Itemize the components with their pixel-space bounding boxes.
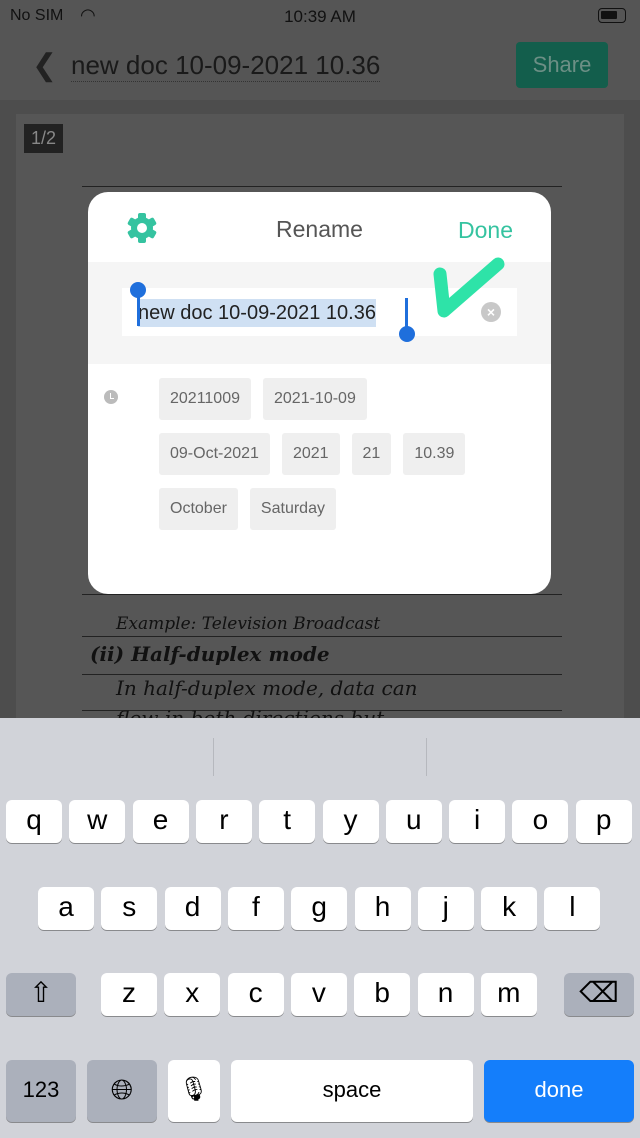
date-suggestions: 20211009 2021-10-09 09-Oct-2021 2021 21 … [159,378,519,543]
selection-end-knob[interactable] [399,326,415,342]
numbers-key[interactable]: 123 [6,1060,76,1122]
clock-time: 10:39 AM [284,7,356,26]
suggestion-chip[interactable]: 2021 [281,433,340,475]
key-u[interactable]: u [385,800,442,843]
key-x[interactable]: x [164,973,221,1016]
suggestion-chip[interactable]: 21 [351,433,392,475]
battery-icon [598,8,626,23]
done-key[interactable]: done [484,1060,634,1122]
key-w[interactable]: w [69,800,126,843]
checkmark-annotation-icon [433,257,505,318]
key-s[interactable]: s [101,887,158,930]
key-e[interactable]: e [132,800,189,843]
key-o[interactable]: o [512,800,569,843]
rename-dialog: Rename Done new doc 10-09-2021 10.36 × 2… [88,192,551,594]
key-p[interactable]: p [575,800,632,843]
handwritten-line: (ii) Half-duplex mode [90,642,330,666]
key-t[interactable]: t [259,800,316,843]
share-button[interactable]: Share [516,42,608,88]
key-b[interactable]: b [354,973,411,1016]
space-key[interactable]: space [231,1060,473,1122]
key-d[interactable]: d [164,887,221,930]
handwritten-line: In half-duplex mode, data can [116,676,418,700]
suggestion-chip[interactable]: 2021-10-09 [263,378,367,420]
key-h[interactable]: h [354,887,411,930]
suggestion-chip[interactable]: 09-Oct-2021 [159,433,270,475]
key-z[interactable]: z [101,973,157,1016]
status-bar: No SIM ◠ 10:39 AM [0,0,640,32]
clock-icon [104,390,118,404]
key-a[interactable]: a [38,887,94,930]
key-q[interactable]: q [6,800,62,843]
key-n[interactable]: n [417,973,474,1016]
key-f[interactable]: f [227,887,284,930]
globe-icon[interactable]: 🌐︎ [87,1060,157,1122]
key-v[interactable]: v [290,973,347,1016]
key-m[interactable]: m [480,973,537,1016]
back-chevron-icon[interactable]: ❮ [32,48,57,83]
keyboard: qwertyuiop asdfghjkl ⇧ ⌫ zxcvbnm 123 🌐︎ … [0,718,640,1138]
selection-start-knob[interactable] [130,282,146,298]
nav-bar: ❮ new doc 10-09-2021 10.36 Share [0,32,640,100]
selected-text: new doc 10-09-2021 10.36 [138,299,376,327]
key-j[interactable]: j [417,887,474,930]
key-i[interactable]: i [449,800,506,843]
suggestion-chip[interactable]: 20211009 [159,378,251,420]
key-k[interactable]: k [481,887,538,930]
suggestion-chip[interactable]: Saturday [249,488,336,530]
backspace-key[interactable]: ⌫ [564,973,634,1016]
key-g[interactable]: g [291,887,348,930]
key-y[interactable]: y [322,800,379,843]
page-indicator: 1/2 [24,124,64,153]
handwritten-line: Example: Television Broadcast [116,614,381,634]
shift-key[interactable]: ⇧ [6,973,76,1016]
done-button[interactable]: Done [458,217,513,244]
suggestion-chip[interactable]: 10.39 [403,433,466,475]
document-title[interactable]: new doc 10-09-2021 10.36 [71,50,381,82]
key-l[interactable]: l [544,887,601,930]
key-c[interactable]: c [227,973,284,1016]
key-r[interactable]: r [195,800,252,843]
microphone-icon[interactable]: 🎙︎ [168,1060,220,1122]
suggestion-chip[interactable]: October [159,488,238,530]
